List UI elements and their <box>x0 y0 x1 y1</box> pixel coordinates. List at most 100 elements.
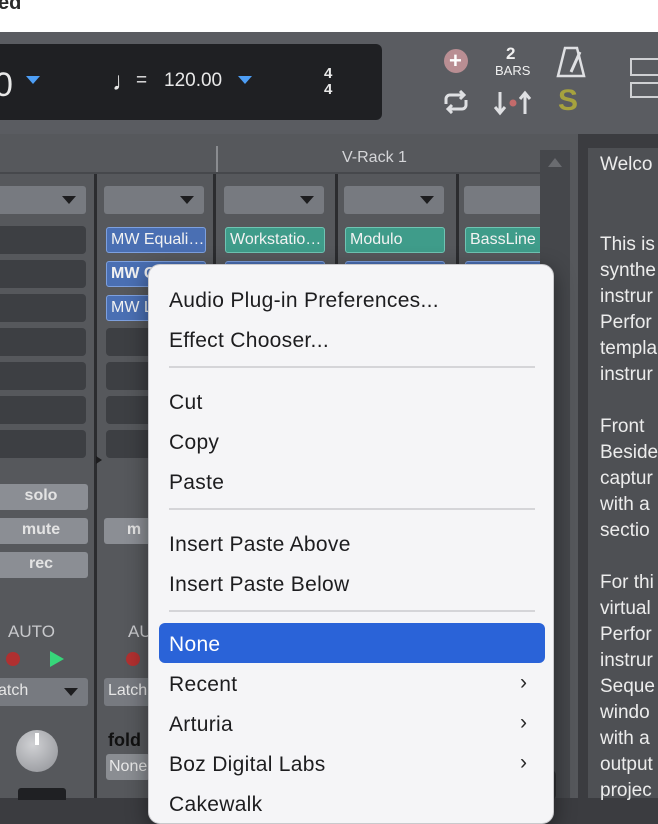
record-automation-icon[interactable] <box>126 652 140 666</box>
position-dropdown-icon[interactable] <box>26 76 40 84</box>
menu-item-recent[interactable]: Recent <box>169 673 237 697</box>
chevron-right-icon: › <box>520 751 527 774</box>
insert-slot[interactable] <box>0 430 86 458</box>
menu-item-boz-digital-labs[interactable]: Boz Digital Labs <box>169 753 326 777</box>
chevron-down-icon <box>420 196 434 204</box>
time-sig-top[interactable]: 4 <box>324 65 332 82</box>
chevron-down-icon <box>300 196 314 204</box>
info-line: instrur <box>600 286 653 307</box>
output-dropdown[interactable]: None <box>106 754 150 780</box>
count-in-icon[interactable] <box>494 90 532 116</box>
folder-label: fold <box>108 730 141 750</box>
expand-icon[interactable] <box>96 456 102 464</box>
menu-item-insert-paste-above[interactable]: Insert Paste Above <box>169 533 351 557</box>
insert-slot[interactable] <box>0 226 86 254</box>
info-line: instrur <box>600 364 653 385</box>
counter-display: 0 ♩ = 120.00 4 4 <box>0 44 382 120</box>
plus-icon: + <box>449 48 462 73</box>
add-marker-button[interactable]: + <box>444 48 468 73</box>
info-line: templa <box>600 338 658 359</box>
menu-item-copy[interactable]: Copy <box>169 431 219 455</box>
info-line: virtual <box>600 598 651 619</box>
loop-icon[interactable] <box>440 90 472 114</box>
menu-item-audio-plugin-preferences[interactable]: Audio Plug-in Preferences... <box>169 289 439 313</box>
mute-button[interactable]: mute <box>0 518 88 544</box>
toolbar-view2-icon[interactable] <box>630 82 658 98</box>
info-line: Seque <box>600 676 655 697</box>
v-rack-title: V-Rack 1 <box>342 149 407 166</box>
metronome-icon[interactable] <box>556 46 586 78</box>
bars-label: BARS <box>495 63 531 78</box>
menu-item-next[interactable]: Cakewalk <box>169 793 262 817</box>
insert-slot[interactable] <box>0 396 86 424</box>
info-line: Beside <box>600 442 658 463</box>
menu-item-arturia[interactable]: Arturia <box>169 713 233 737</box>
record-button[interactable]: rec <box>0 552 88 578</box>
solo-button[interactable]: solo <box>0 484 88 510</box>
channel-input-dropdown[interactable] <box>0 186 86 214</box>
info-line: Front <box>600 416 645 437</box>
pan-knob[interactable] <box>16 730 58 772</box>
insert-slot[interactable] <box>0 328 86 356</box>
info-title: Welco <box>600 154 653 175</box>
chevron-right-icon: › <box>520 671 527 694</box>
tempo-value[interactable]: 120.00 <box>164 70 222 92</box>
position-readout[interactable]: 0 <box>0 66 13 105</box>
bars-count[interactable]: 2 <box>506 44 515 64</box>
menu-separator <box>169 508 535 510</box>
menu-item-cut[interactable]: Cut <box>169 391 203 415</box>
instrument-dropdown[interactable] <box>344 186 444 214</box>
info-line: instrur <box>600 650 653 671</box>
instrument-slot[interactable]: BassLine <box>465 227 545 253</box>
info-line: This is <box>600 234 655 255</box>
chevron-down-icon <box>180 196 194 204</box>
info-line: windo <box>600 702 650 723</box>
info-line: with a <box>600 494 650 515</box>
chevron-right-icon: › <box>520 711 527 734</box>
chevron-down-icon <box>64 688 78 696</box>
instrument-dropdown[interactable] <box>464 186 544 214</box>
window-title: ed <box>0 0 22 14</box>
instrument-dropdown[interactable] <box>224 186 324 214</box>
window-title-bar: ed <box>0 0 658 32</box>
info-line: For thi <box>600 572 654 593</box>
scroll-up-icon[interactable] <box>548 158 562 167</box>
info-line: Perfor <box>600 312 652 333</box>
instrument-slot[interactable]: Modulo <box>345 227 445 253</box>
info-line: sectio <box>600 520 650 541</box>
divider <box>0 172 540 174</box>
instrument-slot[interactable]: Workstatio… <box>225 227 325 253</box>
record-automation-icon[interactable] <box>6 652 20 666</box>
info-line: Perfor <box>600 624 652 645</box>
time-sig-bottom[interactable]: 4 <box>324 81 332 98</box>
play-automation-icon[interactable] <box>50 651 64 667</box>
automation-mode-dropdown[interactable]: atch <box>0 678 88 706</box>
menu-item-effect-chooser[interactable]: Effect Chooser... <box>169 329 329 353</box>
info-panel: Welco This is synthe instrur Perfor temp… <box>588 148 658 801</box>
menu-item-paste[interactable]: Paste <box>169 471 224 495</box>
channel-separator <box>456 174 459 264</box>
tempo-dropdown-icon[interactable] <box>238 76 252 84</box>
insert-plugin[interactable]: MW Equali… <box>106 227 206 253</box>
insert-slot[interactable] <box>0 260 86 288</box>
toolbar-view-icon[interactable] <box>630 58 658 76</box>
automation-mode-value: Latch <box>108 682 148 699</box>
chevron-down-icon <box>62 196 76 204</box>
info-line: synthe <box>600 260 656 281</box>
menu-item-none[interactable]: None <box>169 633 220 657</box>
meter-display <box>18 788 66 800</box>
tempo-equals: = <box>136 70 148 91</box>
insert-slot[interactable] <box>0 294 86 322</box>
menu-separator <box>169 366 535 368</box>
transport-bar: 0 ♩ = 120.00 4 4 + 2 BARS S <box>0 32 658 134</box>
info-line: captur <box>600 468 653 489</box>
channel-input-dropdown[interactable] <box>104 186 204 214</box>
menu-item-insert-paste-below[interactable]: Insert Paste Below <box>169 573 350 597</box>
solo-mode-button[interactable]: S <box>558 84 578 118</box>
automation-label: AUTO <box>8 622 55 641</box>
automation-mode-value: atch <box>0 682 29 699</box>
context-menu: Audio Plug-in Preferences... Effect Choo… <box>148 264 554 824</box>
channel-separator <box>94 174 97 798</box>
insert-slot[interactable] <box>0 362 86 390</box>
info-line: projec <box>600 780 652 801</box>
